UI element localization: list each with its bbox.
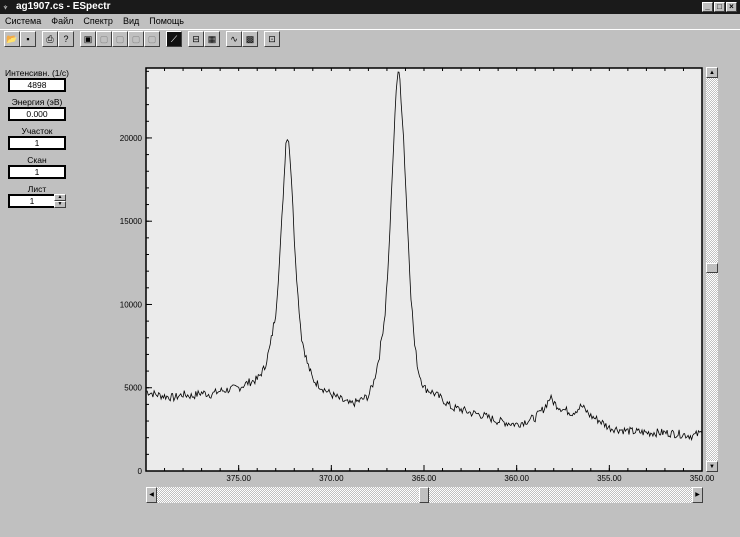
x-tick-label: 370.00 xyxy=(319,474,344,483)
scroll-down-button[interactable]: ▼ xyxy=(706,461,718,472)
scroll-up-button[interactable]: ▲ xyxy=(706,67,718,78)
x-tick-label: 350.00 xyxy=(690,474,715,483)
spectrum-chart: 375.00 370.00 365.00 360.00 355.00 350.00 0 500… xyxy=(120,67,715,483)
y-tick-label: 20000 xyxy=(120,134,143,143)
x-tick-label: 355.00 xyxy=(597,474,622,483)
scroll-left-button[interactable]: ◀ xyxy=(146,487,157,503)
plot-area xyxy=(145,67,703,472)
horizontal-scrollbar[interactable]: ◀ ▶ xyxy=(146,487,703,503)
scroll-right-button[interactable]: ▶ xyxy=(692,487,703,503)
x-tick-label: 375.00 xyxy=(226,474,251,483)
horizontal-scroll-thumb[interactable] xyxy=(419,487,429,503)
y-tick-label: 5000 xyxy=(124,384,142,393)
x-tick-label: 360.00 xyxy=(504,474,529,483)
y-tick-label: 10000 xyxy=(120,300,143,309)
vertical-scroll-thumb[interactable] xyxy=(706,263,718,273)
x-tick-label: 365.00 xyxy=(412,474,437,483)
y-tick-label: 15000 xyxy=(120,217,143,226)
y-tick-label: 0 xyxy=(138,467,143,476)
vertical-scrollbar[interactable]: ▲ ▼ xyxy=(706,67,718,472)
